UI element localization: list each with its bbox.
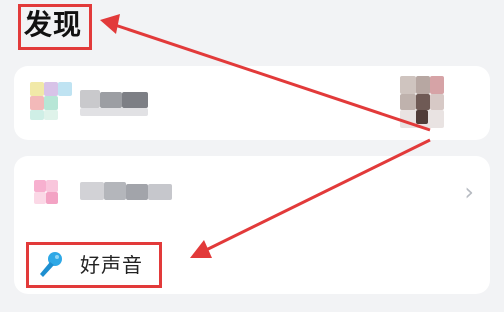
feature-label: 好声音 [80, 253, 143, 277]
chevron-right-icon[interactable]: › [464, 178, 474, 206]
title-highlight-box [18, 4, 92, 50]
discover-page: 发现 › 好声音 [0, 0, 504, 312]
microphone-icon [40, 252, 62, 277]
